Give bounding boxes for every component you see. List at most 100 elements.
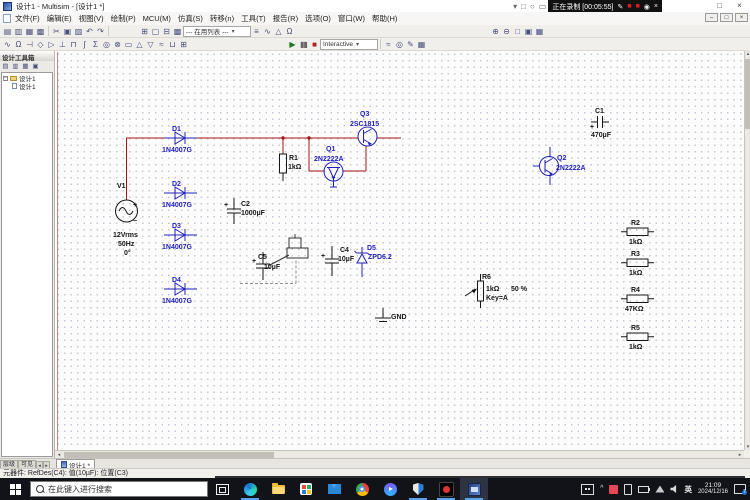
place-electromechanical-icon[interactable]: ≈ bbox=[156, 39, 167, 50]
volume-icon[interactable] bbox=[670, 485, 677, 493]
file-explorer-button[interactable] bbox=[264, 478, 292, 500]
restore-window-button[interactable]: □ bbox=[711, 0, 728, 12]
component-c5-capacitor[interactable]: + C5 10µF bbox=[252, 252, 281, 280]
taskbar-search-input[interactable]: 在此键入进行搜索 bbox=[30, 481, 208, 497]
wifi-icon[interactable] bbox=[655, 485, 665, 493]
undo-icon[interactable]: ↶ bbox=[84, 26, 95, 37]
wizard-tool-icon[interactable]: Ω bbox=[284, 26, 295, 37]
taskbar-clock[interactable]: 21:09 2024/12/16 bbox=[698, 482, 728, 496]
component-r4-resistor[interactable]: R4 47KΩ bbox=[621, 287, 654, 313]
mdi-close-button[interactable]: × bbox=[735, 13, 748, 22]
ime-language-indicator[interactable]: 英 bbox=[684, 484, 692, 495]
menu-transfer[interactable]: 转移(n) bbox=[210, 13, 234, 24]
component-v1-ac-source[interactable]: V1 + − 12Vrms 50Hz 0° bbox=[113, 183, 138, 257]
stop-button[interactable]: ■ bbox=[309, 39, 320, 50]
component-d1-diode[interactable]: D1 1N4007G bbox=[162, 126, 197, 154]
copy-icon[interactable]: ▣ bbox=[62, 26, 73, 37]
in-use-list-combo[interactable]: --- 在用列表 --- ▾ bbox=[183, 25, 251, 37]
menu-simulate[interactable]: 仿真(S) bbox=[178, 13, 203, 24]
place-peripherals-icon[interactable]: △ bbox=[134, 39, 145, 50]
place-source-icon[interactable]: ∿ bbox=[2, 39, 13, 50]
component-q3-transistor[interactable]: Q3 2SC1815 bbox=[350, 111, 379, 147]
recorder-close-icon[interactable]: × bbox=[654, 3, 658, 10]
menu-reports[interactable]: 报告(R) bbox=[273, 13, 298, 24]
toolbox-open-icon[interactable]: ▥ bbox=[11, 62, 20, 71]
vertical-scrollbar[interactable]: ▴ ▾ bbox=[744, 51, 750, 450]
scroll-up-icon[interactable]: ▴ bbox=[745, 51, 750, 57]
redo-icon[interactable]: ↷ bbox=[95, 26, 106, 37]
component-r2-resistor[interactable]: R2 1kΩ bbox=[621, 220, 654, 246]
fullscreen-icon[interactable]: ▢ bbox=[150, 26, 161, 37]
place-basic-icon[interactable]: Ω bbox=[13, 39, 24, 50]
component-gnd-ground[interactable]: GND bbox=[375, 308, 407, 322]
place-power-icon[interactable]: ⊗ bbox=[112, 39, 123, 50]
postprocessor-icon[interactable]: ✎ bbox=[405, 39, 416, 50]
simulation-mode-combo[interactable]: Interactive ▾ bbox=[320, 38, 378, 50]
component-q2-transistor[interactable]: Q2 2N2222A bbox=[533, 147, 586, 185]
chrome-button[interactable] bbox=[348, 478, 376, 500]
store-button[interactable] bbox=[292, 478, 320, 500]
grapher-icon[interactable]: ◎ bbox=[394, 39, 405, 50]
menu-help[interactable]: 帮助(H) bbox=[372, 13, 397, 24]
new-icon[interactable]: ▤ bbox=[2, 26, 13, 37]
save-icon[interactable]: ▦ bbox=[24, 26, 35, 37]
analysis-icon[interactable]: ≈ bbox=[383, 39, 394, 50]
battery-icon[interactable] bbox=[638, 485, 651, 493]
place-rf-icon[interactable]: ▽ bbox=[145, 39, 156, 50]
hidden-icons-chevron[interactable]: ^ bbox=[600, 478, 603, 500]
place-ttl-icon[interactable]: ⊥ bbox=[57, 39, 68, 50]
menu-edit[interactable]: 编辑(E) bbox=[47, 13, 72, 24]
graph-tool-icon[interactable]: ∿ bbox=[262, 26, 273, 37]
toolbox-save-icon[interactable]: ▦ bbox=[21, 62, 30, 71]
zoom-in-icon[interactable]: ⊕ bbox=[490, 26, 501, 37]
schematic-canvas[interactable]: V1 + − 12Vrms 50Hz 0° D1 1N4007G D2 1N40… bbox=[55, 51, 744, 450]
notification-center-icon[interactable]: 7 bbox=[734, 484, 747, 495]
menu-options[interactable]: 选项(O) bbox=[305, 13, 331, 24]
recorder-region-icon[interactable]: ▭ bbox=[539, 2, 547, 11]
component-r3-resistor[interactable]: R3 1kΩ bbox=[621, 251, 654, 277]
text-tool-icon[interactable]: ≡ bbox=[251, 26, 262, 37]
menu-place[interactable]: 绘制(P) bbox=[111, 13, 136, 24]
component-d2-diode[interactable]: D2 1N4007G bbox=[162, 181, 197, 209]
ime-panel-icon[interactable] bbox=[581, 483, 595, 495]
horizontal-scrollbar[interactable]: ◂ ▸ bbox=[55, 450, 744, 458]
scroll-down-icon[interactable]: ▾ bbox=[745, 444, 750, 450]
component-r5-resistor[interactable]: R5 1kΩ bbox=[621, 325, 654, 351]
component-d4-diode[interactable]: D4 1N4007G bbox=[162, 277, 197, 305]
place-cmos-icon[interactable]: ⊓ bbox=[68, 39, 79, 50]
zoom-area-icon[interactable]: □ bbox=[512, 26, 523, 37]
zoom-sheet-icon[interactable]: ▦ bbox=[534, 26, 545, 37]
run-button[interactable]: ▶ bbox=[287, 39, 298, 50]
component-c4-capacitor[interactable]: + C4 10µF bbox=[321, 246, 355, 276]
screenshot-camera-icon[interactable]: ◉ bbox=[644, 3, 650, 11]
close-window-button[interactable]: × bbox=[731, 0, 748, 12]
place-misc-icon[interactable]: ▭ bbox=[123, 39, 134, 50]
open-icon[interactable]: ▥ bbox=[13, 26, 24, 37]
zoom-fit-icon[interactable]: ▣ bbox=[523, 26, 534, 37]
component-r1-resistor[interactable]: R1 1kΩ bbox=[279, 153, 302, 181]
spreadsheet-icon[interactable]: ▦ bbox=[416, 39, 427, 50]
print-icon[interactable]: ▩ bbox=[35, 26, 46, 37]
zoom-window-icon[interactable]: ⊞ bbox=[139, 26, 150, 37]
place-indicator-icon[interactable]: ◎ bbox=[101, 39, 112, 50]
menu-window[interactable]: 窗口(W) bbox=[338, 13, 365, 24]
component-d5-zener[interactable]: D5 ZPD6.2 bbox=[354, 245, 392, 277]
tree-sheet-design1[interactable]: 设计1 bbox=[3, 82, 51, 91]
toolbox-new-icon[interactable]: ▤ bbox=[1, 62, 10, 71]
edge-button[interactable] bbox=[236, 478, 264, 500]
screen-recorder-button[interactable] bbox=[432, 478, 460, 500]
place-analog-icon[interactable]: ▷ bbox=[46, 39, 57, 50]
mail-button[interactable] bbox=[320, 478, 348, 500]
phone-icon[interactable] bbox=[624, 483, 633, 495]
component-c1-capacitor[interactable]: + C1 470µF bbox=[590, 108, 612, 139]
tree-collapse-icon[interactable]: − bbox=[3, 75, 8, 81]
component-r6-potentiometer[interactable]: R6 1kΩ Key=A 50 % bbox=[464, 274, 528, 308]
component-d3-diode[interactable]: D3 1N4007G bbox=[162, 223, 197, 251]
menu-tools[interactable]: 工具(T) bbox=[241, 13, 266, 24]
place-misc-digital-icon[interactable]: ∫ bbox=[79, 39, 90, 50]
place-diode-icon[interactable]: ⊣ bbox=[24, 39, 35, 50]
recorder-window-icon[interactable]: □ bbox=[521, 2, 526, 11]
component-c2-capacitor[interactable]: + C2 1000µF bbox=[224, 198, 266, 224]
mdi-minimize-button[interactable]: – bbox=[705, 13, 718, 22]
record-stop2-icon[interactable]: ■ bbox=[636, 3, 640, 10]
